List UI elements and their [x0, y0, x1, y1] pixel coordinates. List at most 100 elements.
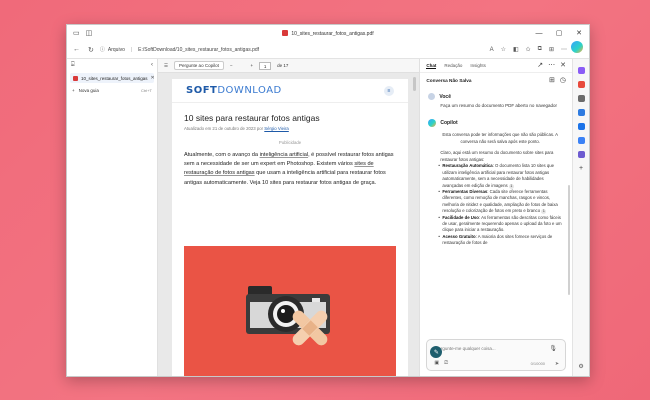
- url-separator: |: [130, 46, 133, 53]
- tab-chat[interactable]: Chat: [426, 63, 437, 69]
- minimize-button[interactable]: —: [529, 25, 549, 41]
- list-item: Facilidade de Uso: As ferramentas são de…: [420, 215, 572, 234]
- maximize-button[interactable]: ▢: [549, 25, 569, 41]
- pdf-page: SOFTDOWNLOAD ≡ 10 sites para restaurar f…: [172, 79, 408, 376]
- screenshot-icon[interactable]: ⎚: [444, 360, 448, 366]
- copilot-tabs: Chat Redação Insights ↗ ⋯ ✕: [420, 59, 573, 73]
- article-meta: Atualizado em 21 de outubro de 2023 por …: [172, 126, 408, 131]
- copilot-icon[interactable]: [571, 41, 583, 53]
- hamburger-menu-icon: ≡: [384, 85, 394, 96]
- url-path: E:/SoftDownload/10_sites_restaurar_fotos…: [138, 46, 260, 53]
- more-options-icon[interactable]: ⋯: [548, 62, 555, 69]
- pdf-scroll-thumb[interactable]: [413, 77, 417, 91]
- games-app-icon[interactable]: [577, 109, 585, 116]
- citation-badge[interactable]: 1: [541, 209, 547, 215]
- tools-app-icon[interactable]: [577, 95, 585, 102]
- user-name: Você: [439, 93, 451, 100]
- plus-icon: +: [72, 88, 75, 93]
- ask-copilot-button[interactable]: Pergunte ao Copilot: [174, 61, 224, 70]
- user-message: Faça um resumo do documento PDF aberto n…: [440, 103, 557, 108]
- add-app-icon[interactable]: +: [579, 165, 583, 172]
- char-counter: 0/10000: [530, 361, 546, 366]
- history-icon[interactable]: ◷: [560, 77, 566, 84]
- copilot-pane: Chat Redação Insights ↗ ⋯ ✕ Conversa Não…: [419, 59, 573, 376]
- shopping-app-icon[interactable]: [577, 81, 585, 88]
- refresh-button[interactable]: ↻: [88, 46, 94, 54]
- read-aloud-icon[interactable]: A: [490, 47, 494, 53]
- pdf-viewer: ☰ Pergunte ao Copilot − + 1 de 17 SOFTDO…: [158, 59, 420, 376]
- search-app-icon[interactable]: [577, 67, 585, 74]
- pdf-tab-icon: [73, 75, 78, 81]
- address-bar: ← ↻ ⓘ Arquivo | E:/SoftDownload/10_sites…: [67, 41, 589, 59]
- grid-icon[interactable]: ⊞: [549, 77, 555, 84]
- zoom-out-button[interactable]: −: [230, 63, 233, 68]
- pdf-scrollbar[interactable]: [413, 75, 417, 375]
- close-tab-icon[interactable]: ✕: [151, 75, 155, 81]
- list-item: Ferramentas Diversas: Cada site oferece …: [420, 189, 572, 215]
- site-header: SOFTDOWNLOAD ≡: [172, 79, 408, 103]
- title-bar: ▭ ◫ 10_sites_restaurar_fotos_antigas.pdf…: [67, 25, 589, 41]
- close-pane-icon[interactable]: ✕: [560, 62, 566, 69]
- favorites-icon[interactable]: ✩: [526, 46, 531, 53]
- back-button[interactable]: ←: [73, 46, 80, 54]
- hero-image: [184, 246, 396, 376]
- pdf-toolbar: ☰ Pergunte ao Copilot − + 1 de 17: [158, 59, 420, 73]
- outlook-app-icon[interactable]: [577, 123, 585, 130]
- edge-sidebar: + ⚙: [572, 59, 589, 376]
- url-field[interactable]: ⓘ Arquivo | E:/SoftDownload/10_sites_res…: [100, 44, 430, 56]
- list-item: Acesso Gratuito: A maioria dos sites for…: [420, 234, 572, 247]
- tab-insights[interactable]: Insights: [470, 63, 486, 68]
- favorite-star-icon[interactable]: ☆: [501, 46, 506, 53]
- link-ai[interactable]: inteligência artificial: [260, 152, 309, 158]
- tab-label: 10_sites_restaurar_fotos_antigas: [81, 75, 148, 81]
- designer-app-icon[interactable]: [577, 151, 585, 158]
- list-item: Restauração Automática: O documento list…: [420, 163, 572, 189]
- user-avatar: [428, 93, 436, 100]
- drop-app-icon[interactable]: [577, 137, 585, 144]
- copilot-scrollbar[interactable]: [568, 185, 571, 295]
- image-upload-icon[interactable]: ▣: [434, 360, 439, 366]
- window-title: 10_sites_restaurar_fotos_antigas.pdf: [67, 30, 589, 37]
- privacy-notice: Esta conversa pode ter informações que n…: [442, 132, 559, 144]
- copilot-message-header: Copilot: [420, 109, 572, 129]
- citation-badge[interactable]: 1: [508, 183, 514, 189]
- collapse-sidebar-icon[interactable]: ‹: [151, 62, 153, 68]
- tab-pdf[interactable]: 10_sites_restaurar_fotos_antigas ✕: [70, 73, 155, 83]
- copilot-name: Copilot: [440, 120, 458, 126]
- page-number-input[interactable]: 1: [259, 61, 272, 70]
- article-title: 10 sites para restaurar fotos antigas: [184, 113, 320, 123]
- vertical-tabs-sidebar: ⌹ ‹ 10_sites_restaurar_fotos_antigas ✕ +…: [67, 59, 158, 376]
- new-tab-button[interactable]: + Nova guia Ctrl+T: [67, 85, 157, 96]
- new-tab-label: Nova guia: [78, 88, 99, 93]
- collections-icon[interactable]: ⧉: [538, 46, 542, 53]
- author-link[interactable]: Sérgio Vieira: [264, 126, 289, 131]
- split-screen-icon[interactable]: ◧: [513, 46, 519, 53]
- chat-composer[interactable]: Pergunte-me qualquer coisa... 🎙 ▣ ⎚ 0/10…: [426, 339, 567, 371]
- tab-compose[interactable]: Redação: [444, 63, 462, 68]
- new-tab-shortcut: Ctrl+T: [141, 88, 152, 93]
- article-body: Atualmente, com o avanço da inteligência…: [184, 152, 394, 186]
- open-in-new-icon[interactable]: ↗: [537, 62, 543, 69]
- summary-intro: Claro, aqui está um resumo do documento …: [440, 150, 554, 162]
- zoom-in-button[interactable]: +: [250, 63, 253, 68]
- browser-window: ▭ ◫ 10_sites_restaurar_fotos_antigas.pdf…: [66, 24, 590, 377]
- softdownload-logo: SOFTDOWNLOAD: [186, 85, 282, 96]
- pdf-file-icon: [282, 30, 289, 36]
- window-title-text: 10_sites_restaurar_fotos_antigas.pdf: [291, 31, 374, 37]
- contents-icon[interactable]: ☰: [164, 63, 168, 69]
- extensions-icon[interactable]: ⊞: [549, 46, 554, 53]
- info-icon[interactable]: ⓘ: [100, 46, 105, 53]
- meta-date: Atualizado em 21 de outubro de 2023 por: [184, 126, 264, 131]
- close-window-button[interactable]: ✕: [569, 25, 589, 41]
- settings-gear-icon[interactable]: ⚙: [578, 363, 583, 370]
- page-total: de 17: [277, 63, 289, 68]
- tab-actions-icon[interactable]: ⌹: [71, 62, 75, 68]
- microphone-icon[interactable]: 🎙: [549, 345, 557, 352]
- send-icon[interactable]: ➤: [555, 361, 559, 367]
- more-menu-icon[interactable]: ⋯: [561, 46, 567, 53]
- chat-input[interactable]: Pergunte-me qualquer coisa...: [435, 346, 495, 351]
- camera-bandage-illustration: [246, 286, 330, 346]
- user-message-header: Você: [420, 87, 572, 102]
- conversation-title: Conversa Não Salva: [426, 77, 472, 83]
- conversation-header: Conversa Não Salva ⊞ ◷: [420, 73, 572, 87]
